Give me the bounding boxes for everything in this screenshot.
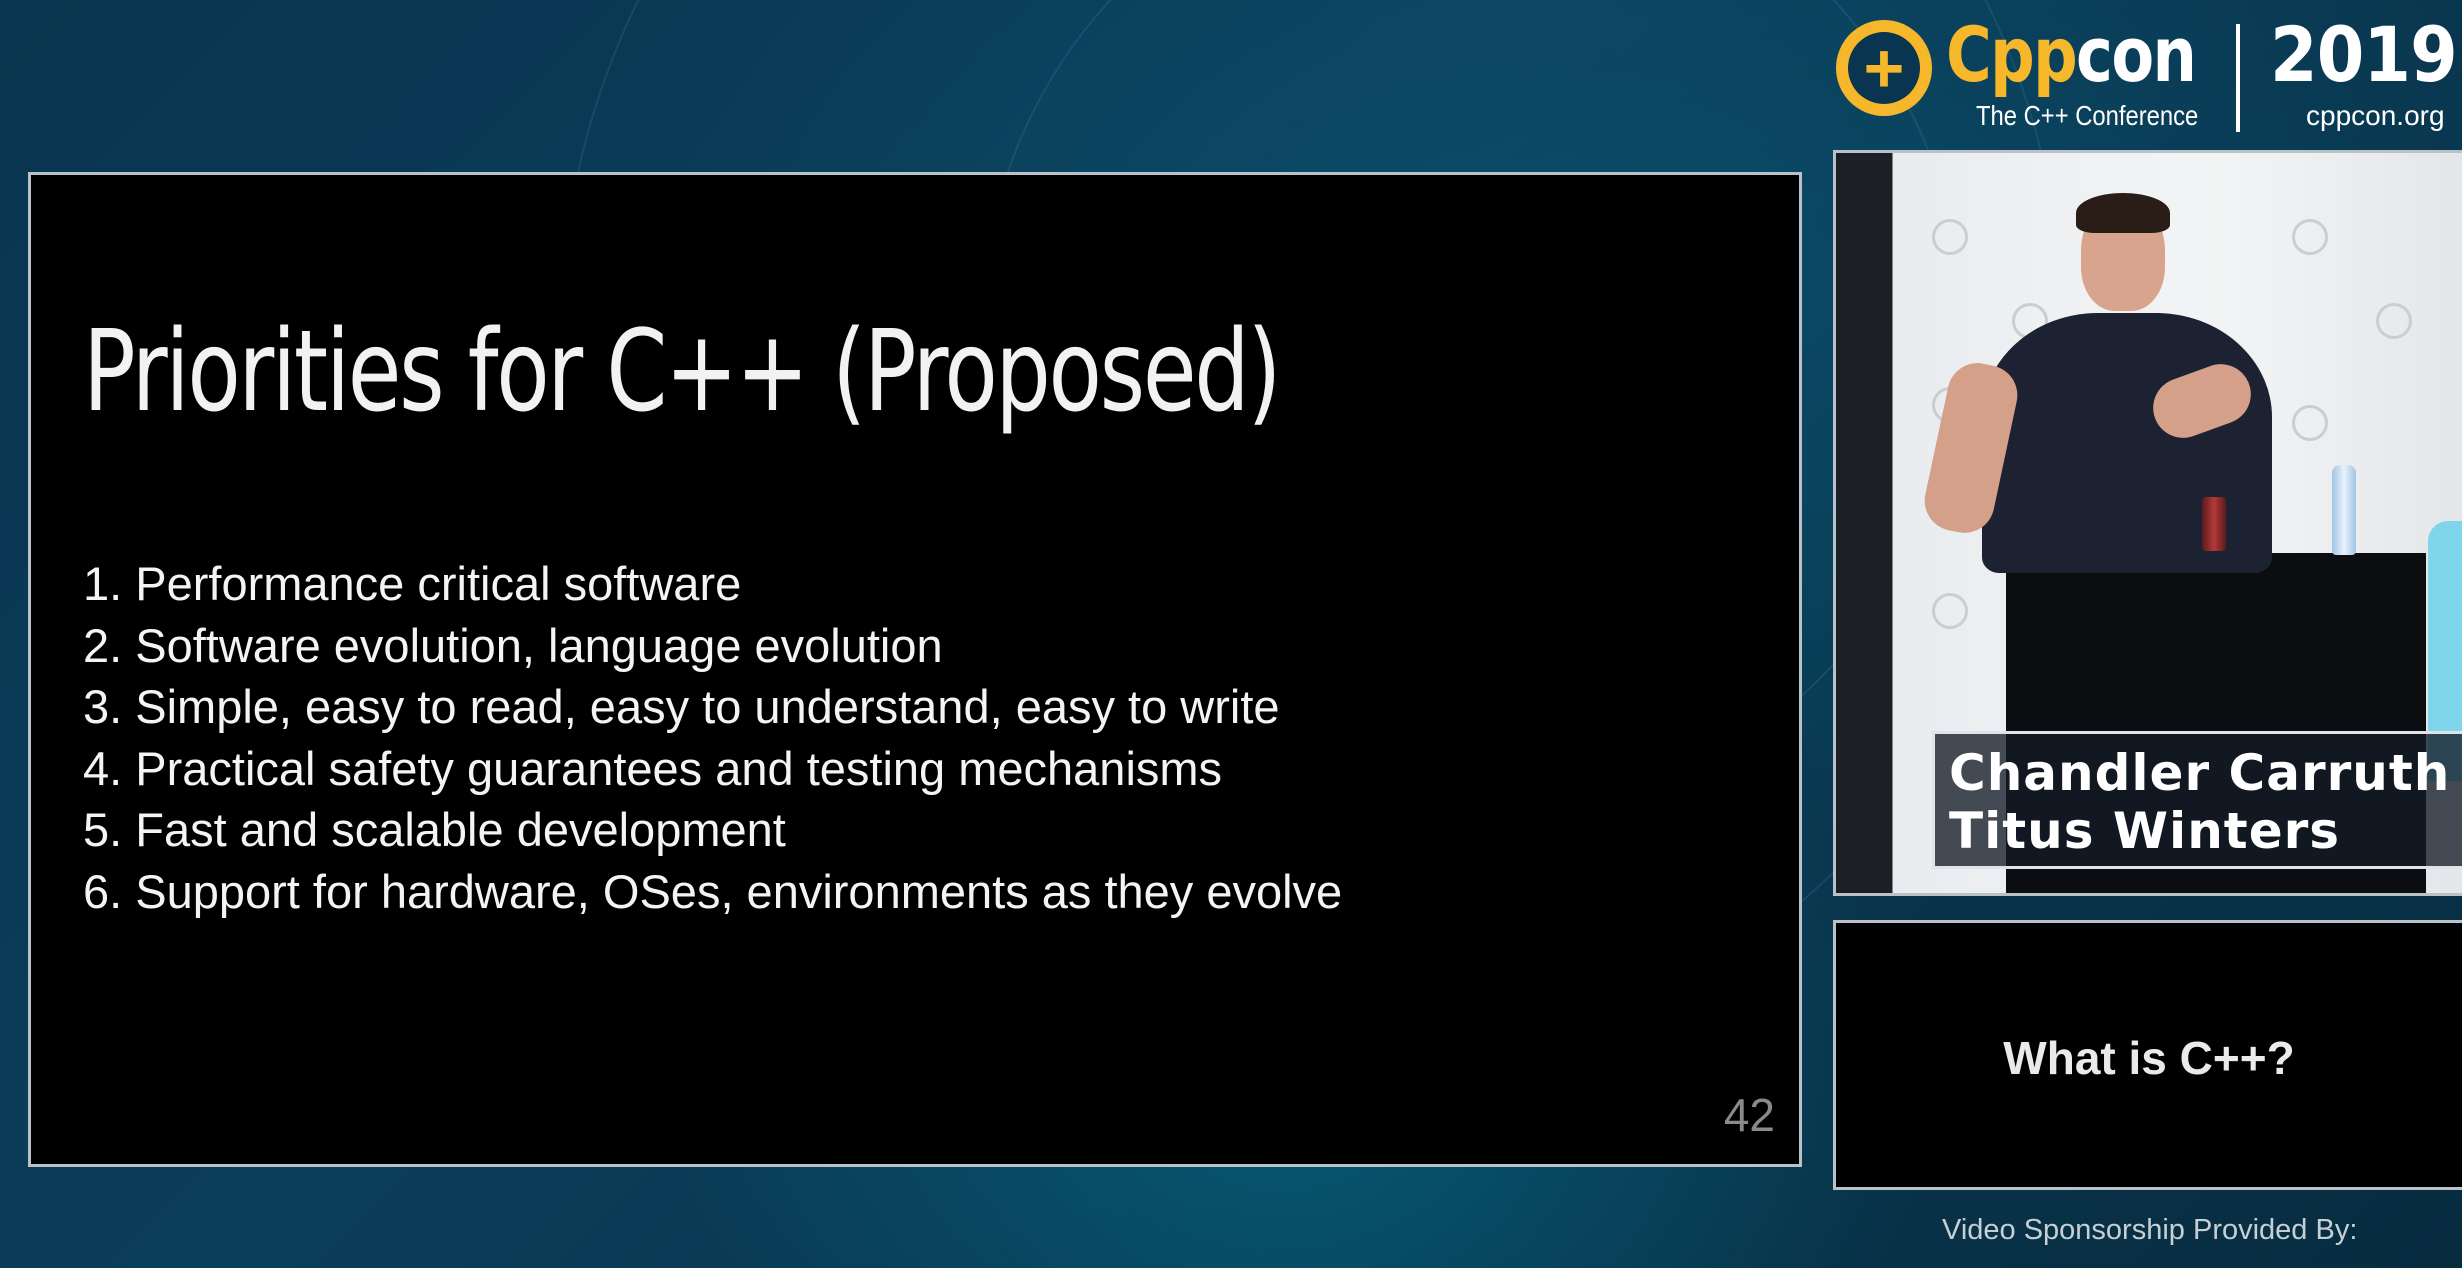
speaker-name-bar: Chandler Carruth Titus Winters — [1932, 731, 2462, 869]
slide-page-number: 42 — [1723, 1089, 1775, 1141]
speaker-name: Titus Winters — [1949, 802, 2341, 860]
presentation-slide: Priorities for C++ (Proposed) 1. Perform… — [28, 172, 1802, 1167]
speaker-figure — [1982, 313, 2272, 573]
backdrop-logo-icon — [2292, 219, 2328, 255]
slide-bullet-list: 1. Performance critical software 2. Soft… — [83, 553, 1342, 922]
conference-video-frame: + Cppcon The C++ Conference 2019 cppcon.… — [0, 0, 2462, 1268]
brand-name: Cppcon — [1946, 10, 2197, 99]
sponsor-caption: Video Sponsorship Provided By: — [1942, 1214, 2358, 1246]
brand-tagline: The C++ Conference — [1976, 100, 2199, 131]
speaker-hair — [2076, 193, 2170, 233]
slide-list-item: 2. Software evolution, language evolutio… — [83, 618, 943, 672]
backdrop-logo-icon — [1932, 593, 1968, 629]
slide-list-item: 4. Practical safety guarantees and testi… — [83, 741, 1223, 795]
slide-list-item: 6. Support for hardware, OSes, environme… — [83, 864, 1343, 918]
backdrop-logo-icon — [1932, 219, 1968, 255]
slide-list-item: 3. Simple, easy to read, easy to underst… — [83, 680, 1280, 733]
drink-can — [2202, 497, 2226, 551]
slide-list-item: 1. Performance critical software — [83, 557, 742, 610]
logo-divider — [2236, 24, 2240, 132]
water-bottle — [2332, 465, 2356, 555]
backdrop-logo-icon — [2292, 405, 2328, 441]
slide-list-item: 5. Fast and scalable development — [83, 803, 786, 856]
speaker-name: Chandler Carruth — [1949, 744, 2451, 802]
conference-site: cppcon.org — [2306, 100, 2445, 131]
conference-year: 2019 — [2270, 10, 2458, 99]
cppcon-plus-logo-icon: + — [1836, 20, 1932, 116]
talk-title-panel: What is C++? — [1833, 920, 2462, 1190]
cppcon-logo: + Cppcon The C++ Conference 2019 cppcon.… — [1836, 10, 2462, 144]
slide-title: Priorities for C++ (Proposed) — [83, 307, 1281, 437]
speaker-video-feed: Chandler Carruth Titus Winters — [1833, 150, 2462, 896]
backdrop-logo-icon — [2376, 303, 2412, 339]
talk-title: What is C++? — [2003, 1032, 2295, 1084]
